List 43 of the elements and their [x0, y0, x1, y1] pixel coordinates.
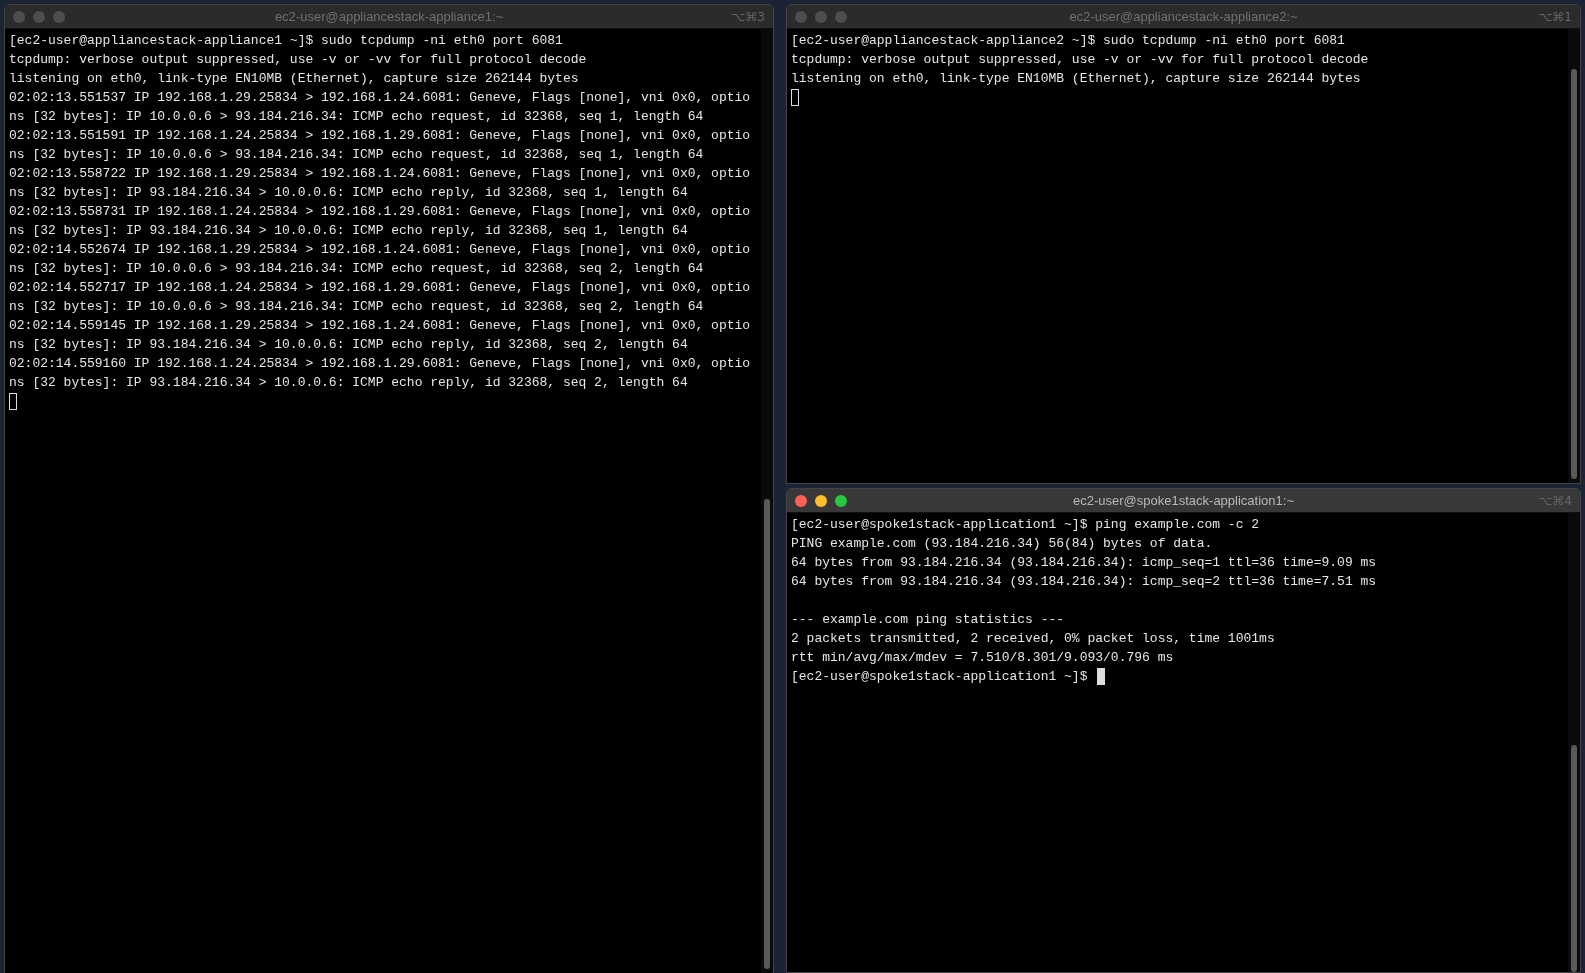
- terminal-line: ns [32 bytes]: IP 93.184.216.34 > 10.0.0.6: ICMP echo reply, id 32368, seq 2, length 64: [9, 336, 688, 354]
- terminal-line: 02:02:14.559160 IP 192.168.1.24.25834 > 192.168.1.29.6081: Geneve, Flags [none], vni 0x0, optio: [9, 355, 751, 373]
- prompt-line: [ec2-user@spoke1stack-application1 ~]$: [791, 668, 1088, 686]
- terminal-line: listening on eth0, link-type EN10MB (Ethernet), capture size 262144 bytes: [9, 70, 579, 88]
- zoom-button[interactable]: [835, 494, 847, 507]
- minimize-button[interactable]: [815, 494, 827, 507]
- scrollbar-thumb[interactable]: [1571, 744, 1577, 972]
- terminal-line: tcpdump: verbose output suppressed, use -v or -vv for full protocol decode: [791, 51, 1369, 69]
- terminal-line: 02:02:14.559145 IP 192.168.1.29.25834 > 192.168.1.24.6081: Geneve, Flags [none], vni 0x0, optio: [9, 317, 751, 335]
- terminal-line: [ec2-user@spoke1stack-application1 ~]$ ping example.com -c 2: [791, 516, 1260, 534]
- terminal-line: ns [32 bytes]: IP 10.0.0.6 > 93.184.216.34: ICMP echo request, id 32368, seq 2, length 64: [9, 260, 704, 278]
- terminal-line: ns [32 bytes]: IP 93.184.216.34 > 10.0.0.6: ICMP echo reply, id 32368, seq 1, length 64: [9, 184, 688, 202]
- close-button[interactable]: [795, 494, 807, 507]
- window-title: ec2-user@appliancestack-appliance1:~: [274, 9, 504, 24]
- window-title: ec2-user@appliancestack-appliance2:~: [1069, 9, 1298, 24]
- terminal-line: 2 packets transmitted, 2 received, 0% packet loss, time 1001ms: [791, 630, 1275, 648]
- terminal-line: ns [32 bytes]: IP 93.184.216.34 > 10.0.0.6: ICMP echo reply, id 32368, seq 1, length 64: [9, 222, 688, 240]
- scrollbar-thumb[interactable]: [764, 499, 770, 969]
- terminal-line: [ec2-user@appliancestack-appliance1 ~]$ sudo tcpdump -ni eth0 port 6081: [9, 32, 563, 50]
- terminal-line: --- example.com ping statistics ---: [791, 611, 1065, 629]
- terminal-line: 02:02:14.552674 IP 192.168.1.29.25834 > 192.168.1.24.6081: Geneve, Flags [none], vni 0x0, optio: [9, 241, 751, 259]
- terminal-line: listening on eth0, link-type EN10MB (Ethernet), capture size 262144 bytes: [791, 70, 1361, 88]
- terminal-line: 02:02:14.552717 IP 192.168.1.24.25834 > 192.168.1.29.6081: Geneve, Flags [none], vni 0x0, optio: [9, 279, 751, 297]
- terminal-line: [ec2-user@appliancestack-appliance2 ~]$ sudo tcpdump -ni eth0 port 6081: [791, 32, 1345, 50]
- terminal-line: PING example.com (93.184.216.34) 56(84) bytes of data.: [791, 535, 1213, 553]
- close-button[interactable]: [13, 10, 25, 23]
- terminal-line: 64 bytes from 93.184.216.34 (93.184.216.34): icmp_seq=2 ttl=36 time=7.51 ms: [791, 573, 1377, 591]
- window-title: ec2-user@spoke1stack-application1:~: [1073, 493, 1294, 508]
- terminal-line: 64 bytes from 93.184.216.34 (93.184.216.34): icmp_seq=1 ttl=36 time=9.09 ms: [791, 554, 1377, 572]
- terminal-line: tcpdump: verbose output suppressed, use -v or -vv for full protocol decode: [9, 51, 587, 69]
- terminal-line: ns [32 bytes]: IP 10.0.0.6 > 93.184.216.34: ICMP echo request, id 32368, seq 1, length 64: [9, 146, 704, 164]
- close-button[interactable]: [795, 10, 807, 23]
- scrollbar-thumb[interactable]: [1571, 69, 1577, 479]
- terminal-line: ns [32 bytes]: IP 10.0.0.6 > 93.184.216.34: ICMP echo request, id 32368, seq 2, length 64: [9, 298, 704, 316]
- terminal-line: ns [32 bytes]: IP 93.184.216.34 > 10.0.0.6: ICMP echo reply, id 32368, seq 2, length 64: [9, 374, 688, 392]
- window-shortcut: ⌥⌘1: [1538, 9, 1572, 24]
- terminal-line: 02:02:13.551537 IP 192.168.1.29.25834 > 192.168.1.24.6081: Geneve, Flags [none], vni 0x0, optio: [9, 89, 751, 107]
- terminal-line: 02:02:13.551591 IP 192.168.1.24.25834 > 192.168.1.29.6081: Geneve, Flags [none], vni 0x0, optio: [9, 127, 751, 145]
- terminal-line: 02:02:13.558731 IP 192.168.1.24.25834 > 192.168.1.29.6081: Geneve, Flags [none], vni 0x0, optio: [9, 203, 751, 221]
- terminal-line: ns [32 bytes]: IP 10.0.0.6 > 93.184.216.34: ICMP echo request, id 32368, seq 1, length 64: [9, 108, 704, 126]
- terminal-line: 02:02:13.558722 IP 192.168.1.29.25834 > 192.168.1.24.6081: Geneve, Flags [none], vni 0x0, optio: [9, 165, 751, 183]
- terminal-line: rtt min/avg/max/mdev = 7.510/8.301/9.093/0.796 ms: [791, 649, 1174, 667]
- window-shortcut: ⌥⌘3: [731, 9, 765, 24]
